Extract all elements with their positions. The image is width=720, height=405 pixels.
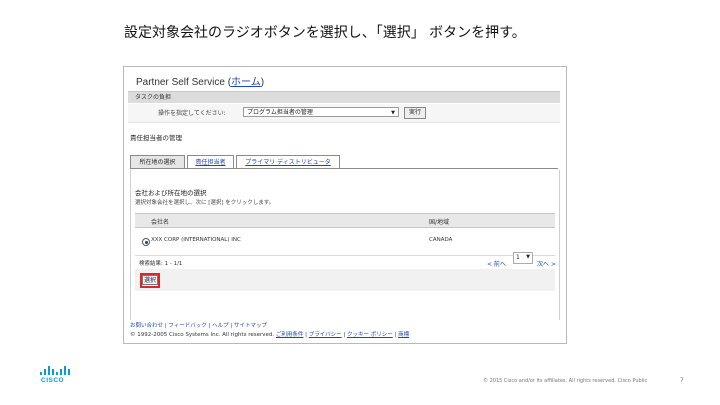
tab-divider <box>130 168 558 169</box>
tab-panel: 会社および所在地の選択 選択対象会社を選択し、次に [選択] をクリックします。… <box>130 170 560 320</box>
tab-responsible-person[interactable]: 責任担当者 <box>187 155 234 168</box>
button-area <box>135 269 555 291</box>
page-select-value: 1 <box>516 254 520 261</box>
prev-page-link[interactable]: < 前へ <box>487 259 506 268</box>
chevron-down-icon: ▼ <box>526 254 530 260</box>
task-header-bar: タスクの負担 <box>128 91 560 103</box>
cisco-bars-icon <box>40 365 70 375</box>
footer-copyright: © 1992-2005 Cisco Systems Inc. All right… <box>130 332 410 338</box>
task-label: 操作を指定してください: <box>158 110 226 117</box>
panel-description: 選択対象会社を選択し、次に [選択] をクリックします。 <box>135 200 275 206</box>
table-row: XXX CORP (INTERNATIONAL) INC CANADA <box>135 237 555 249</box>
column-header-country: 国/地域 <box>429 219 450 226</box>
result-count: 検索結果: 1 - 1/1 <box>139 261 183 267</box>
company-country: CANADA <box>429 237 453 243</box>
task-select-value: プログラム担当者の管理 <box>247 109 313 116</box>
cisco-logo: CISCO <box>40 365 70 387</box>
highlight-box <box>140 273 160 288</box>
next-page-link[interactable]: 次へ > <box>537 259 556 268</box>
home-link[interactable]: ホーム <box>231 77 261 88</box>
app-title: Partner Self Service (ホーム) <box>136 73 264 88</box>
go-button[interactable]: 実行 <box>404 107 427 119</box>
app-title-prefix: Partner Self Service ( <box>136 77 232 88</box>
company-name: XXX CORP (INTERNATIONAL) INC <box>151 237 241 243</box>
privacy-link[interactable]: プライバシー <box>309 332 342 338</box>
page-number: 7 <box>680 377 684 384</box>
footer-links[interactable]: お問い合わせ | フィードバック | ヘルプ | サイトマップ <box>130 321 267 329</box>
trademark-link[interactable]: 商標 <box>398 332 409 338</box>
table-header: 会社名 国/地域 <box>135 213 555 228</box>
task-header-label: タスクの負担 <box>135 94 172 101</box>
section-title: 責任担当者の管理 <box>130 134 182 142</box>
page-select[interactable]: 1 ▼ <box>513 252 533 264</box>
task-row: 操作を指定してください: プログラム担当者の管理 ▼ 実行 <box>128 104 560 123</box>
tab-primary-distributor[interactable]: プライマリ ディストリビュータ <box>236 155 340 168</box>
task-select[interactable]: プログラム担当者の管理 ▼ <box>243 107 399 117</box>
terms-link[interactable]: ご利用条件 <box>276 332 304 338</box>
company-radio-button[interactable] <box>142 238 150 246</box>
slide-copyright: © 2015 Cisco and/or its affiliates. All … <box>483 378 648 384</box>
panel-title: 会社および所在地の選択 <box>135 189 207 197</box>
footer-copyright-text: © 1992-2005 Cisco Systems Inc. All right… <box>130 332 275 338</box>
chevron-down-icon: ▼ <box>391 110 395 116</box>
browser-screenshot-frame: Partner Self Service (ホーム) タスクの負担 操作を指定し… <box>123 66 567 344</box>
app-title-suffix: ) <box>260 77 265 88</box>
tab-location-select[interactable]: 所在地の選択 <box>130 155 185 168</box>
cisco-logo-text: CISCO <box>41 377 65 384</box>
column-header-company: 会社名 <box>151 219 170 226</box>
slide-title: 設定対象会社のラジオボタンを選択し、「選択」 ボタンを押す。 <box>124 25 526 41</box>
cookie-policy-link[interactable]: クッキー ポリシー <box>347 332 393 338</box>
